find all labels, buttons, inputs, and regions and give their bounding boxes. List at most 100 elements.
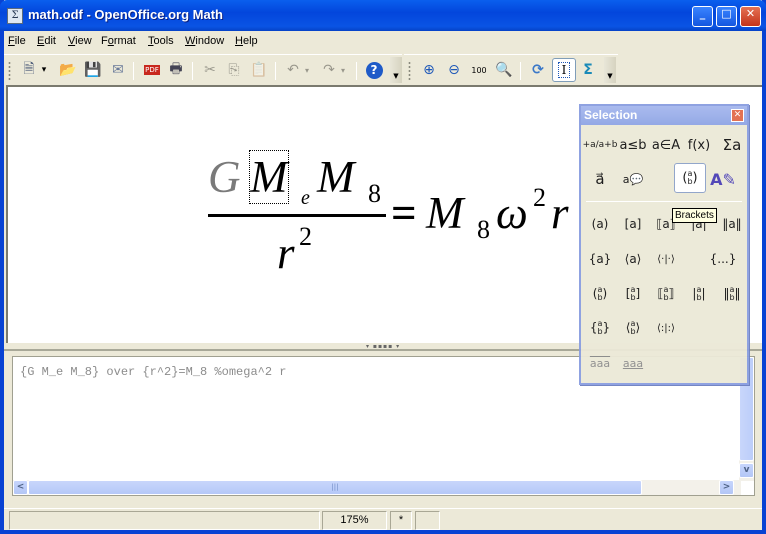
copy-button[interactable]: ⎘	[223, 59, 245, 81]
menu-window[interactable]: Window	[185, 35, 224, 47]
formula-rhs-exponent-2[interactable]: 2	[533, 183, 546, 213]
category-attributes[interactable]: a⃗	[584, 164, 616, 194]
menu-view[interactable]: View	[68, 35, 92, 47]
formula-M-selected[interactable]: M	[249, 150, 289, 204]
bracket-double-square-scalable[interactable]: ⟦ a b ⟧	[650, 279, 682, 309]
toolbar-grip[interactable]	[8, 61, 11, 81]
toolbar-overflow-button[interactable]: ▼	[604, 57, 616, 83]
bracket-operator-scalable[interactable]: ⟨:|:⟩	[650, 313, 682, 343]
bracket-curly[interactable]: {a}	[584, 244, 616, 274]
selection-close-button[interactable]: ✕	[731, 109, 744, 122]
bracket-abs-scalable[interactable]: | a b |	[683, 279, 715, 309]
bracket-square[interactable]: [a]	[617, 209, 649, 239]
horizontal-scroll-thumb[interactable]: |||	[28, 480, 642, 495]
formula-subscript-e[interactable]: e	[301, 187, 310, 210]
overbrace[interactable]: aaa	[584, 348, 616, 378]
bracket-angle-scalable[interactable]: ⟨ a b ⟩	[617, 313, 649, 343]
title-bar[interactable]: Σ math.odf - OpenOffice.org Math _ □ ✕	[0, 0, 766, 31]
toolbar-grip[interactable]	[408, 61, 411, 81]
formula-rhs-r[interactable]: r	[551, 187, 569, 239]
minimize-icon: _	[699, 7, 706, 20]
bracket-norm[interactable]: ‖a‖	[716, 209, 748, 239]
menu-format[interactable]: Format	[101, 35, 136, 47]
minimize-button[interactable]: _	[692, 6, 713, 27]
category-others[interactable]: a💬	[617, 164, 649, 194]
new-dropdown-button[interactable]: ▾	[38, 59, 50, 81]
bracket-curly-scalable-label: {a b}	[589, 319, 611, 336]
bracket-curly-scalable[interactable]: {a b}	[584, 313, 616, 343]
scissors-icon: ✂	[204, 62, 216, 78]
print-button[interactable]: 🖶	[165, 59, 187, 81]
formula-r[interactable]: r	[277, 227, 295, 279]
menu-file[interactable]: File	[8, 35, 26, 47]
category-brackets[interactable]: (a b)	[674, 163, 706, 193]
toolbar-overflow-button[interactable]: ▼	[390, 57, 402, 83]
zoom-in-button[interactable]: ⊕	[418, 59, 440, 81]
undo-button[interactable]: ↶	[282, 59, 304, 81]
bracket-operator[interactable]: ⟨·|·⟩	[650, 244, 682, 274]
category-unary-binary[interactable]: +a/a+b	[583, 130, 618, 160]
redo-button[interactable]: ↷	[318, 59, 340, 81]
formula-omega[interactable]: ω	[496, 187, 528, 239]
menu-help[interactable]: Help	[235, 35, 258, 47]
refresh-icon: ⟳	[532, 62, 544, 78]
formula-exponent-2[interactable]: 2	[299, 222, 312, 252]
bracket-group[interactable]: {...}	[707, 244, 739, 274]
scroll-left-button[interactable]: <	[13, 480, 28, 495]
bracket-operator-label: ⟨·|·⟩	[657, 253, 675, 265]
email-button[interactable]: ✉	[107, 59, 129, 81]
underbrace[interactable]: aaa	[617, 348, 649, 378]
toolbar-separator	[275, 62, 276, 80]
zoom-out-button[interactable]: ⊖	[443, 59, 465, 81]
bracket-norm-scalable[interactable]: ‖ a b ‖	[716, 279, 748, 309]
menu-tools[interactable]: Tools	[148, 35, 174, 47]
category-set-operations[interactable]: a∈A	[650, 130, 682, 160]
cut-button[interactable]: ✂	[199, 59, 221, 81]
bracket-round-scalable[interactable]: (a b)	[584, 279, 616, 309]
paste-button[interactable]: 📋	[248, 59, 270, 81]
bracket-round[interactable]: (a)	[584, 209, 616, 239]
close-button[interactable]: ✕	[740, 6, 761, 27]
bracket-angle[interactable]: ⟨a⟩	[617, 244, 649, 274]
formula-cursor-button[interactable]: I	[552, 58, 576, 82]
command-text[interactable]: {G M_e M_8} over {r^2}=M_8 %omega^2 r	[20, 365, 286, 379]
category-operators[interactable]: Σa	[716, 130, 748, 160]
horizontal-scrollbar[interactable]: < ||| >	[13, 480, 741, 495]
category-functions[interactable]: f(x)	[683, 130, 715, 160]
status-extra	[415, 511, 440, 530]
underbrace-label: aaa	[622, 356, 644, 370]
scroll-down-button[interactable]: v	[739, 463, 754, 478]
formula-equals[interactable]: =	[391, 187, 417, 239]
category-formats[interactable]: A✎	[707, 164, 739, 194]
formula-rhs-subscript-8[interactable]: 8	[477, 215, 490, 245]
menu-format-label: rmat	[113, 35, 136, 47]
save-button[interactable]: 💾	[82, 59, 104, 81]
paste-icon: 📋	[250, 62, 268, 78]
close-icon: ✕	[733, 110, 742, 120]
formula-subscript-8[interactable]: 8	[368, 179, 381, 209]
bracket-square-scalable[interactable]: [a b]	[617, 279, 649, 309]
formula-M[interactable]: M	[317, 151, 355, 203]
selection-title[interactable]: Selection	[581, 106, 747, 125]
scroll-right-button[interactable]: >	[719, 480, 734, 495]
symbols-button[interactable]: Σ	[577, 59, 599, 81]
category-relations[interactable]: a≤b	[617, 130, 649, 160]
help-button[interactable]: ?	[363, 59, 385, 81]
formula-rhs-M[interactable]: M	[426, 187, 464, 239]
zoom-100-button[interactable]: 100	[468, 59, 490, 81]
zoom-level[interactable]: 175%	[322, 511, 387, 530]
help-icon: ?	[365, 61, 383, 79]
redo-dropdown[interactable]: ▾	[338, 59, 348, 81]
update-button[interactable]: ⟳	[527, 59, 549, 81]
maximize-button[interactable]: □	[716, 6, 737, 27]
menu-edit[interactable]: Edit	[37, 35, 56, 47]
export-pdf-button[interactable]: PDF	[141, 59, 163, 81]
printer-icon: 🖶	[169, 61, 183, 77]
math-app-icon: Σ	[7, 8, 23, 24]
show-all-button[interactable]: 🔍	[493, 59, 515, 81]
new-document-button[interactable]: 🗎	[18, 59, 40, 81]
undo-dropdown[interactable]: ▾	[302, 59, 312, 81]
menu-help-accel: H	[235, 35, 243, 47]
open-button[interactable]: 📂	[57, 59, 79, 81]
formula-G[interactable]: G	[208, 151, 241, 203]
